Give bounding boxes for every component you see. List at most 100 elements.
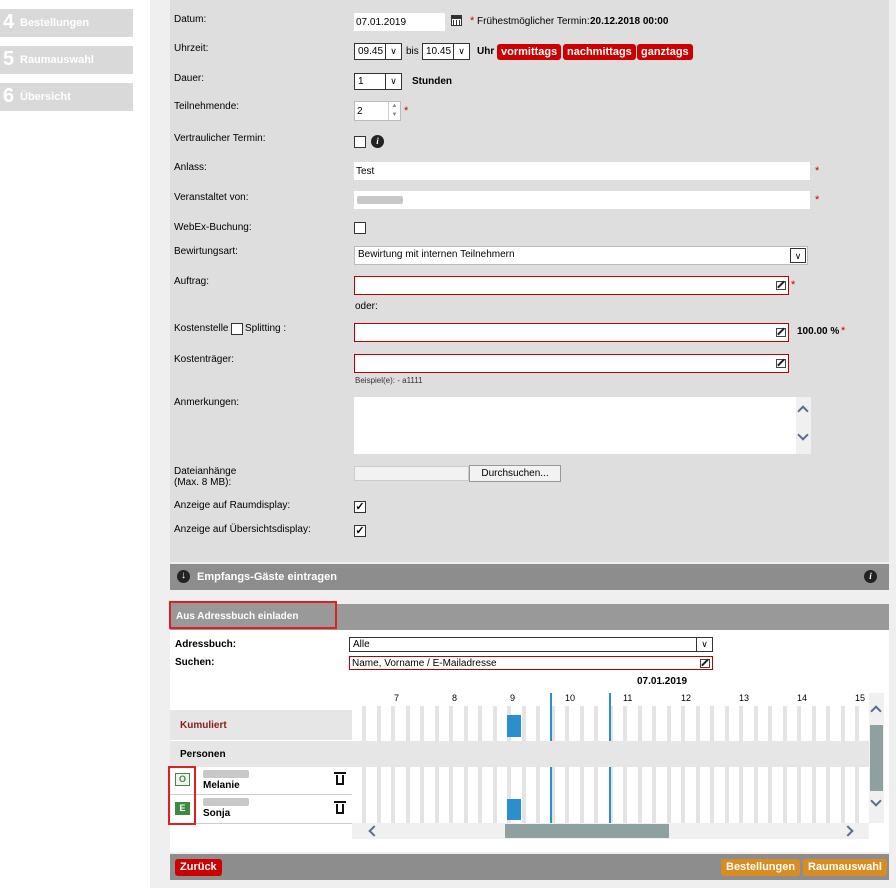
schedule-date: 07.01.2019 xyxy=(637,676,688,687)
hour-label: 7 xyxy=(394,693,400,703)
veranstaltet-label: Veranstaltet von: xyxy=(174,192,249,203)
person-name: Sonja xyxy=(203,808,231,819)
anlass-input[interactable]: Test xyxy=(354,162,810,180)
splitting-label: Splitting : xyxy=(245,323,287,334)
vertraulich-label: Vertraulicher Termin: xyxy=(174,133,266,144)
datei-size-label: (Max. 8 MB): xyxy=(174,477,232,488)
auftrag-input[interactable] xyxy=(354,276,789,295)
hour-label: 11 xyxy=(623,693,633,703)
teilnehmende-label: Teilnehmende: xyxy=(174,101,240,112)
time-to-select[interactable]: 10.45 ∨ xyxy=(422,43,470,60)
trash-icon[interactable] xyxy=(334,801,346,814)
time-from-value: 09.45 xyxy=(358,46,384,57)
auftrag-label: Auftrag: xyxy=(174,276,210,287)
kostentraeger-label: Kostenträger: xyxy=(174,354,235,365)
scrollbar-thumb[interactable] xyxy=(505,824,669,838)
suchen-placeholder: Name, Vorname / E-Mailadresse xyxy=(352,658,497,669)
role-badge-participant[interactable]: E xyxy=(175,802,190,815)
vertraulich-checkbox[interactable] xyxy=(354,136,366,148)
required-marker: * xyxy=(815,194,820,206)
oder-label: oder: xyxy=(355,301,378,312)
time-to-value: 10.45 xyxy=(426,46,452,57)
trash-icon[interactable] xyxy=(334,772,346,785)
required-marker: * xyxy=(815,165,820,177)
blurred-surname xyxy=(203,798,249,806)
time-from-select[interactable]: 09.45 ∨ xyxy=(354,43,402,60)
info-icon[interactable]: i xyxy=(864,570,877,583)
required-marker: * xyxy=(841,325,846,337)
booking-block[interactable] xyxy=(507,799,521,820)
bewirtung-label: Bewirtungsart: xyxy=(174,246,238,257)
blurred-surname xyxy=(203,770,249,778)
kostenstelle-input[interactable] xyxy=(354,323,789,342)
horizontal-scrollbar[interactable] xyxy=(352,823,869,839)
bewirtung-value: Bewirtung mit internen Teilnehmern xyxy=(358,249,515,260)
dauer-select[interactable]: 1 ∨ xyxy=(354,73,402,90)
datum-input[interactable]: 07.01.2019 xyxy=(354,13,445,31)
booking-block[interactable] xyxy=(507,715,521,737)
stepper-arrows-icon[interactable]: ▲ ▼ xyxy=(388,102,400,120)
hour-label: 10 xyxy=(565,693,576,703)
uebersichtsdisplay-checkbox[interactable]: ✓ xyxy=(354,525,366,537)
calendar-icon[interactable] xyxy=(451,15,462,26)
file-name-field[interactable] xyxy=(354,466,469,481)
empfang-bar[interactable]: ↓ Empfangs-Gäste eintragen i xyxy=(170,564,889,590)
personen-label: Personen xyxy=(180,749,226,760)
role-badge-organizer[interactable]: O xyxy=(175,773,190,786)
hour-label: 12 xyxy=(681,693,692,703)
bestellungen-button[interactable]: Bestellungen xyxy=(721,859,801,876)
chevron-down-icon: ∨ xyxy=(385,74,401,89)
step-number: 4 xyxy=(3,11,15,33)
earliest-date-text: Frühestmöglicher Termin: xyxy=(477,16,590,27)
zurueck-button[interactable]: Zurück xyxy=(175,859,222,876)
textarea-scrollbar[interactable] xyxy=(796,397,811,454)
personen-row xyxy=(170,741,869,767)
edit-icon[interactable] xyxy=(700,659,710,668)
blurred-name xyxy=(357,196,403,204)
anmerkungen-textarea[interactable] xyxy=(354,397,811,454)
required-marker: * xyxy=(470,15,475,27)
uebersichtsdisplay-label: Anzeige auf Übersichtsdisplay: xyxy=(174,524,311,535)
chevron-down-icon: ∨ xyxy=(385,44,401,59)
edit-icon[interactable] xyxy=(776,281,786,290)
datum-label: Datum: xyxy=(174,14,207,25)
percent-value: 100.00 % xyxy=(797,326,840,337)
kostentraeger-input[interactable] xyxy=(354,354,789,373)
step-uebersicht[interactable]: 6 Übersicht xyxy=(0,83,133,111)
uhr-label: Uhr xyxy=(477,46,495,57)
info-icon[interactable]: i xyxy=(371,135,384,148)
teilnehmende-stepper[interactable]: 2 ▲ ▼ xyxy=(354,101,401,121)
suchen-input[interactable]: Name, Vorname / E-Mailadresse xyxy=(349,656,713,670)
splitting-checkbox[interactable] xyxy=(231,323,243,335)
bewirtung-select[interactable]: Bewirtung mit internen Teilnehmern ∨ xyxy=(354,246,808,265)
chevron-down-icon: ∨ xyxy=(453,44,469,59)
edit-icon[interactable] xyxy=(776,359,786,368)
kumuliert-label: Kumuliert xyxy=(180,720,227,731)
ganztags-button[interactable]: ganztags xyxy=(637,44,693,60)
adressbuch-select[interactable]: Alle ∨ xyxy=(349,637,713,652)
hour-label: 9 xyxy=(510,693,516,703)
hour-label: 8 xyxy=(452,693,458,703)
durchsuchen-button[interactable]: Durchsuchen... xyxy=(469,465,561,482)
datei-label: Dateianhänge xyxy=(174,466,237,477)
step-raumauswahl[interactable]: 5 Raumauswahl xyxy=(0,46,133,74)
kostenstelle-label: Kostenstelle xyxy=(174,323,229,334)
scrollbar-thumb[interactable] xyxy=(870,725,883,791)
webex-checkbox[interactable] xyxy=(354,222,366,234)
adressbuch-header[interactable]: Aus Adressbuch einladen xyxy=(169,601,337,629)
vertical-scrollbar[interactable] xyxy=(869,693,884,823)
dauer-label: Dauer: xyxy=(174,73,205,84)
stunden-label: Stunden xyxy=(412,76,452,87)
uhrzeit-label: Uhrzeit: xyxy=(174,43,209,54)
nachmittags-button[interactable]: nachmittags xyxy=(563,44,636,60)
step-label: Bestellungen xyxy=(20,17,90,29)
person-name: Melanie xyxy=(203,780,240,791)
raumauswahl-button[interactable]: Raumauswahl xyxy=(803,859,887,876)
veranstaltet-input[interactable] xyxy=(354,191,810,209)
expand-down-icon[interactable]: ↓ xyxy=(177,570,190,583)
raumdisplay-checkbox[interactable]: ✓ xyxy=(354,501,366,513)
edit-icon[interactable] xyxy=(776,328,786,337)
adressbuch-value: Alle xyxy=(353,639,370,650)
step-bestellungen[interactable]: 4 Bestellungen xyxy=(0,9,133,37)
vormittags-button[interactable]: vormittags xyxy=(497,44,562,60)
